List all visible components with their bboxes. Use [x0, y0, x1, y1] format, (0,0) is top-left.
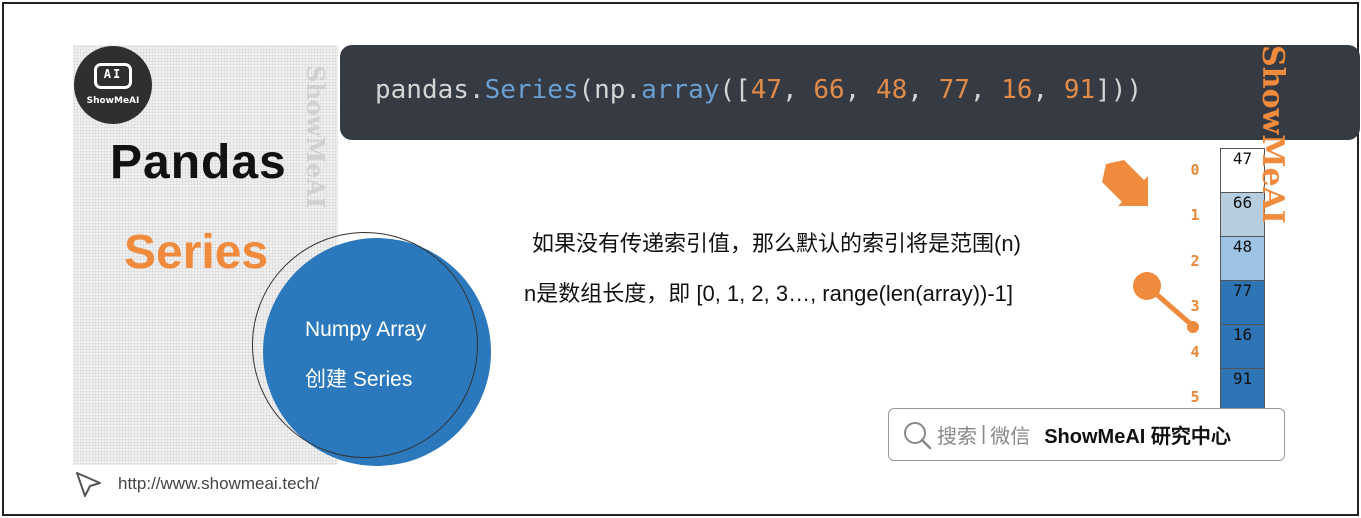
logo-brand-text: ShowMeAI	[86, 96, 140, 106]
series-index: 0	[1190, 161, 1200, 179]
cursor-icon	[76, 472, 101, 497]
code-open: ([	[719, 75, 751, 105]
search-brand: ShowMeAI 研究中心	[1044, 426, 1231, 448]
search-separator: |	[981, 423, 987, 445]
series-index: 2	[1190, 252, 1200, 270]
circle-outline	[252, 232, 478, 458]
series-cell: 77	[1220, 280, 1265, 325]
series-index: 5	[1190, 388, 1200, 406]
code-sep: ,	[1032, 75, 1064, 105]
code-value: 48	[875, 75, 908, 105]
search-icon	[904, 421, 932, 449]
code-sep: ,	[782, 75, 814, 105]
logo-screen-icon: AI	[94, 63, 132, 89]
watermark-right: ShowMeAI	[1255, 45, 1290, 224]
code-value: 47	[750, 75, 783, 105]
code-value: 66	[813, 75, 845, 105]
showmeai-logo: AI ShowMeAI	[74, 46, 152, 124]
series-index: 3	[1190, 297, 1200, 315]
logo-ai-text: AI	[103, 67, 123, 81]
code-sep: ,	[844, 75, 876, 105]
code-close: ]))	[1095, 75, 1143, 105]
url-row[interactable]: http://www.showmeai.tech/	[74, 470, 319, 498]
search-label: 搜索	[937, 426, 977, 448]
code-mid: (np.	[578, 75, 642, 105]
code-prefix: pandas.	[375, 75, 485, 105]
watermark-left: ShowMeAI	[301, 65, 330, 209]
wechat-label: 微信	[990, 426, 1031, 448]
search-box[interactable]: 搜索 | 微信 ShowMeAI 研究中心	[888, 408, 1285, 461]
series-cell: 16	[1220, 324, 1265, 369]
code-value: 16	[1001, 75, 1033, 105]
series-index: 1	[1190, 206, 1200, 224]
series-index: 4	[1190, 343, 1200, 361]
code-sep: ,	[969, 75, 1002, 105]
code-value: 91	[1063, 75, 1096, 105]
code-line: pandas.Series(np.array([47, 66, 48, 77, …	[375, 75, 1142, 105]
arrow-down-right-icon	[1102, 160, 1148, 206]
description-line2: n是数组长度，即 [0, 1, 2, 3…, range(len(array))…	[524, 281, 1014, 306]
code-func-array: array	[641, 75, 720, 105]
website-link[interactable]: http://www.showmeai.tech/	[118, 474, 319, 494]
circle-text-line2: 创建 Series	[305, 368, 413, 391]
series-cell: 91	[1220, 368, 1265, 413]
circle-text-line1: Numpy Array	[305, 318, 427, 341]
code-block: pandas.Series(np.array([47, 66, 48, 77, …	[340, 45, 1360, 140]
code-value: 77	[938, 75, 970, 105]
code-sep: ,	[907, 75, 939, 105]
description-line1: 如果没有传递索引值，那么默认的索引将是范围(n)	[532, 231, 1021, 256]
title-pandas: Pandas	[110, 136, 287, 189]
title-series: Series	[124, 226, 269, 279]
code-func-series: Series	[484, 75, 579, 105]
